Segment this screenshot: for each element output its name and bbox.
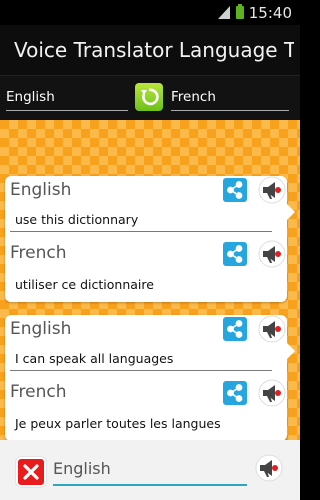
translated-text: utiliser ce dictionnaire — [15, 277, 154, 292]
source-text: I can speak all languages — [15, 351, 174, 366]
input-language-field[interactable]: English — [53, 459, 111, 478]
share-button[interactable] — [223, 381, 247, 405]
share-icon — [227, 384, 243, 402]
input-underline — [53, 484, 247, 486]
share-button[interactable] — [223, 317, 247, 341]
source-language-name: English — [10, 319, 72, 339]
source-language-name: English — [10, 180, 72, 200]
swap-icon — [141, 88, 159, 106]
share-button[interactable] — [223, 242, 247, 266]
source-language-label: English — [6, 89, 55, 105]
target-language-name: French — [10, 382, 67, 402]
app-title: Voice Translator Language Tra... — [14, 38, 294, 62]
clock: 15:40 — [248, 4, 292, 22]
status-bar: 15:40 — [0, 0, 300, 25]
swap-languages-button[interactable] — [135, 83, 163, 111]
clear-button[interactable] — [16, 457, 46, 487]
source-language-selector[interactable]: English — [6, 89, 128, 111]
translation-card: English use this dictionnary French util… — [5, 176, 295, 302]
close-icon — [23, 464, 39, 480]
battery-icon — [236, 4, 244, 19]
share-button[interactable] — [223, 178, 247, 202]
translated-text: Je peux parler toutes les langues — [15, 416, 221, 431]
speaker-icon[interactable] — [258, 315, 286, 343]
target-language-selector[interactable]: French — [171, 89, 289, 111]
target-language-label: French — [171, 89, 216, 105]
voice-input-icon[interactable] — [255, 454, 283, 482]
translation-card: English I can speak all languages French… — [5, 315, 295, 440]
signal-icon — [218, 6, 230, 19]
share-icon — [227, 181, 243, 199]
source-text: use this dictionnary — [15, 212, 139, 227]
speaker-icon[interactable] — [258, 379, 286, 407]
share-icon — [227, 320, 243, 338]
target-language-name: French — [10, 243, 67, 263]
app-title-bar: Voice Translator Language Tra... — [0, 25, 300, 76]
share-icon — [227, 245, 243, 263]
speaker-icon[interactable] — [258, 240, 286, 268]
translation-list[interactable]: English use this dictionnary French util… — [0, 120, 300, 440]
speaker-icon[interactable] — [258, 176, 286, 204]
